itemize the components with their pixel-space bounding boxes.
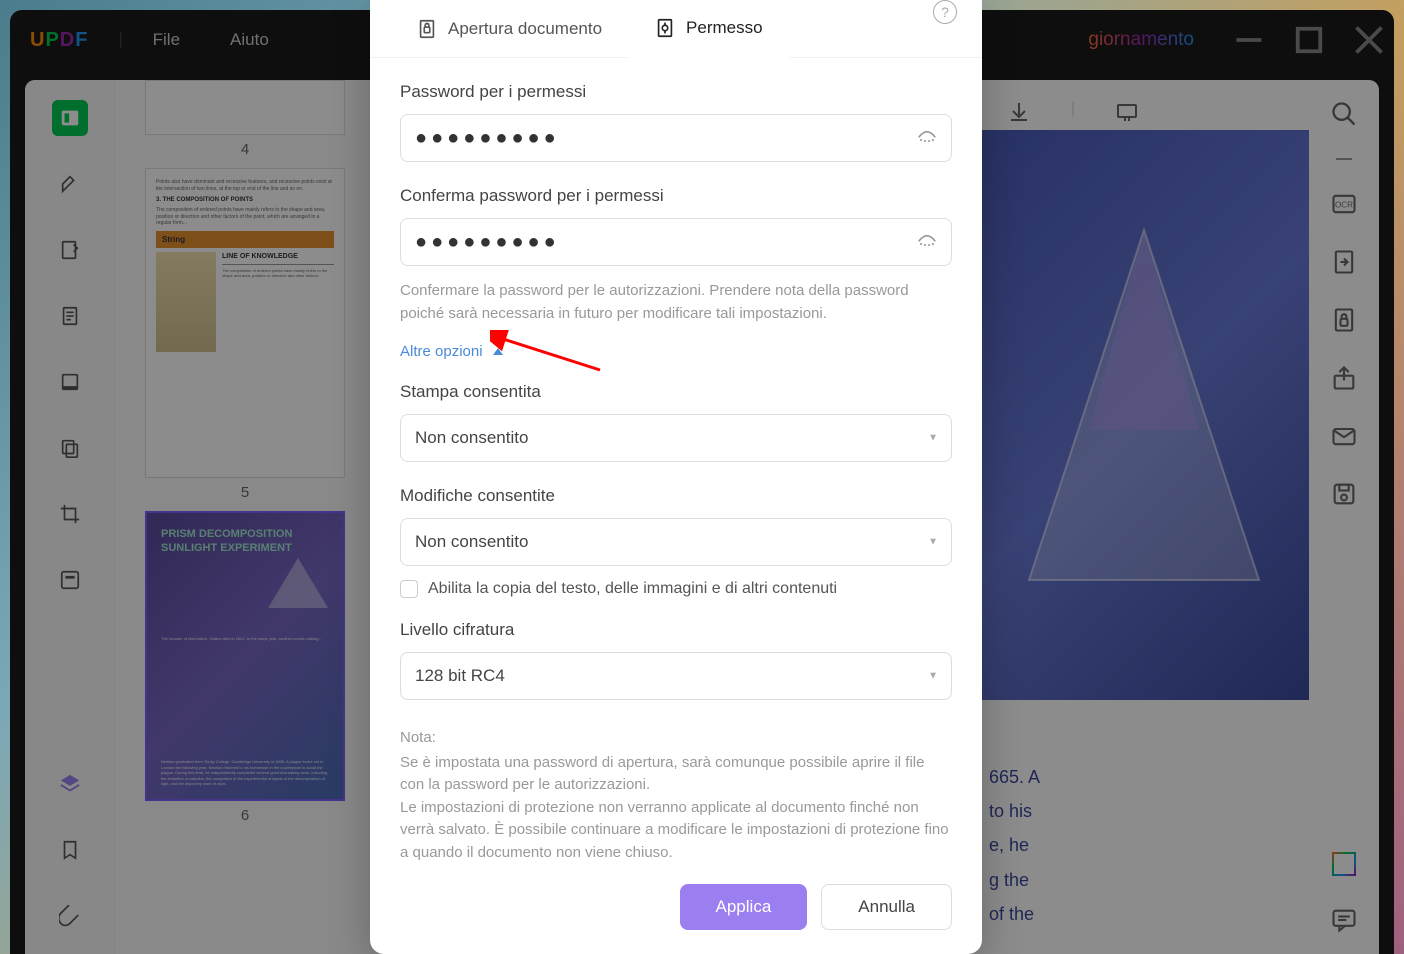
chevron-down-icon: ▼	[928, 671, 938, 682]
edit-label: Modifiche consentite	[400, 486, 952, 506]
cancel-button[interactable]: Annulla	[821, 884, 952, 930]
print-select[interactable]: Non consentito	[400, 414, 952, 462]
help-icon[interactable]: ?	[933, 0, 957, 24]
eye-icon[interactable]	[916, 229, 938, 256]
eye-icon[interactable]	[916, 125, 938, 152]
copy-checkbox[interactable]	[400, 580, 418, 598]
print-label: Stampa consentita	[400, 382, 952, 402]
encrypt-label: Livello cifratura	[400, 620, 952, 640]
tab-open-document[interactable]: Apertura documento	[390, 0, 628, 58]
apply-button[interactable]: Applica	[680, 884, 808, 930]
confirm-hint: Confermare la password per le autorizzaz…	[400, 280, 952, 325]
copy-label: Abilita la copia del testo, delle immagi…	[428, 580, 837, 598]
chevron-down-icon: ▼	[928, 433, 938, 444]
confirm-password-label: Conferma password per i permessi	[400, 186, 952, 206]
password-label: Password per i permessi	[400, 82, 952, 102]
confirm-password-input[interactable]	[400, 218, 952, 266]
security-modal: Apertura documento Permesso ? Password p…	[370, 0, 982, 954]
encrypt-select[interactable]: 128 bit RC4	[400, 652, 952, 700]
chevron-down-icon: ▼	[928, 537, 938, 548]
more-options-toggle[interactable]: Altre opzioni	[400, 343, 503, 360]
password-input[interactable]	[400, 114, 952, 162]
tab-permission[interactable]: Permesso	[628, 0, 789, 58]
note-section: Nota: Se è impostata una password di ape…	[370, 727, 982, 864]
edit-select[interactable]: Non consentito	[400, 518, 952, 566]
